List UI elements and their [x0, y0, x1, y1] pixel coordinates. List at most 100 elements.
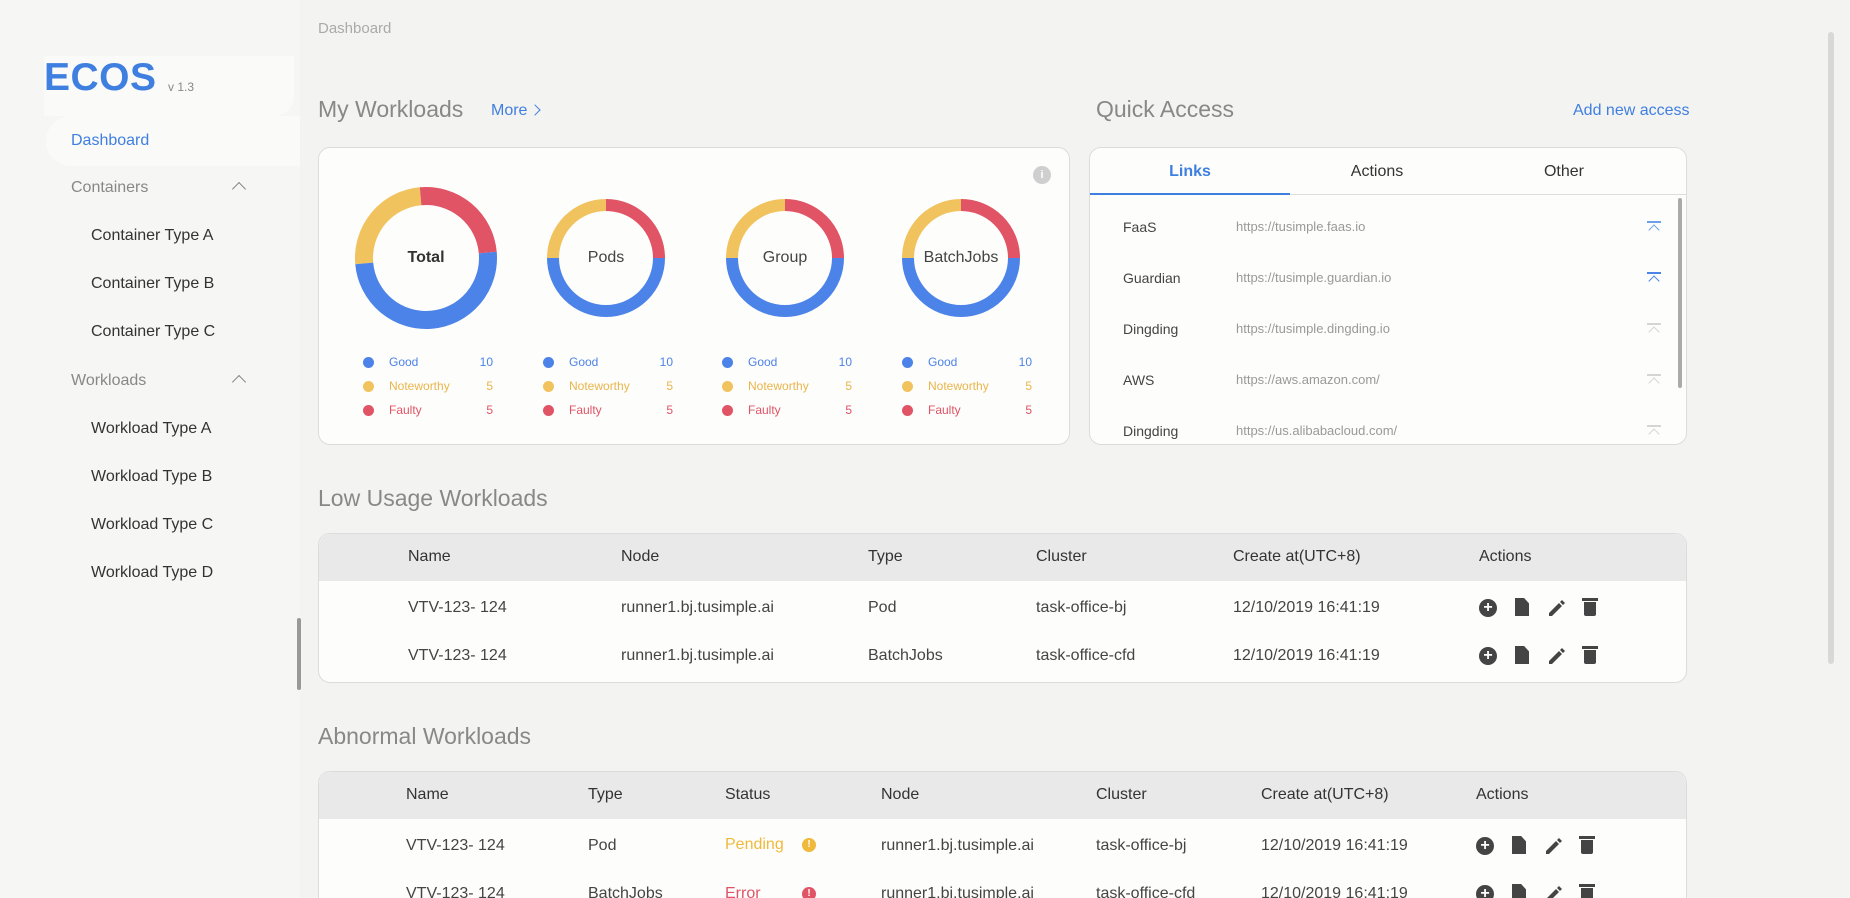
column-header: Name	[408, 548, 451, 565]
chevron-up-icon	[231, 181, 247, 197]
status-badge: Pending	[725, 836, 784, 853]
sidebar-item-workload-type-b[interactable]: Workload Type B	[46, 452, 300, 502]
link-url[interactable]: https://us.alibabacloud.com/	[1236, 423, 1397, 438]
pin-top-icon[interactable]	[1647, 374, 1661, 389]
cell-name: VTV-123- 124	[406, 837, 505, 854]
edit-icon[interactable]	[1544, 884, 1564, 898]
legend-name: Noteworthy	[928, 379, 989, 393]
cell-created: 12/10/2019 16:41:19	[1233, 647, 1380, 664]
cell-name: VTV-123- 124	[408, 599, 507, 616]
file-icon[interactable]	[1512, 884, 1526, 898]
pin-top-icon[interactable]	[1647, 323, 1661, 338]
sidebar-item-workload-type-a[interactable]: Workload Type A	[46, 404, 300, 454]
add-new-access-link[interactable]: Add new access	[1573, 102, 1690, 120]
legend-pods: Good 10 Noteworthy 5 Faulty 5	[543, 352, 673, 424]
sidebar-item-label: Workload Type C	[91, 516, 214, 533]
column-header: Actions	[1476, 786, 1529, 803]
logo: ECOS v 1.3	[44, 56, 294, 116]
legend-total: Good 10 Noteworthy 5 Faulty 5	[363, 352, 493, 424]
noteworthy-dot-icon	[722, 381, 733, 392]
sidebar-group-label: Containers	[71, 179, 149, 196]
link-url[interactable]: https://tusimple.faas.io	[1236, 219, 1365, 234]
file-icon[interactable]	[1515, 646, 1529, 664]
faulty-dot-icon	[363, 405, 374, 416]
legend-name: Faulty	[569, 403, 602, 417]
tab-links[interactable]: Links	[1090, 148, 1290, 195]
warning-icon[interactable]: !	[802, 838, 816, 852]
add-circle-icon[interactable]: +	[1476, 885, 1494, 898]
more-link[interactable]: More	[491, 102, 542, 120]
sidebar-item-container-type-b[interactable]: Container Type B	[46, 259, 300, 309]
sidebar-group-containers[interactable]: Containers	[46, 163, 300, 213]
edit-icon[interactable]	[1547, 646, 1567, 666]
sidebar-group-workloads[interactable]: Workloads	[46, 356, 300, 406]
legend-value: 10	[838, 355, 852, 369]
sidebar-item-workload-type-c[interactable]: Workload Type C	[46, 500, 300, 550]
legend-value: 10	[1018, 355, 1032, 369]
legend-row-good: Good 10	[543, 352, 673, 376]
sidebar-scrollbar[interactable]	[297, 618, 301, 690]
file-icon[interactable]	[1512, 836, 1526, 854]
info-icon[interactable]: i	[1033, 166, 1051, 184]
good-dot-icon	[363, 357, 374, 368]
good-dot-icon	[902, 357, 913, 368]
link-url[interactable]: https://aws.amazon.com/	[1236, 372, 1380, 387]
faulty-dot-icon	[722, 405, 733, 416]
legend-row-faulty: Faulty 5	[363, 400, 493, 424]
legend-name: Noteworthy	[569, 379, 630, 393]
link-name: FaaS	[1123, 219, 1157, 235]
legend-value: 5	[666, 379, 673, 393]
tab-other[interactable]: Other	[1464, 148, 1664, 195]
breadcrumb[interactable]: Dashboard	[318, 20, 391, 37]
cell-node: runner1.bj.tusimple.ai	[881, 837, 1034, 854]
link-url[interactable]: https://tusimple.guardian.io	[1236, 270, 1391, 285]
quick-access-row[interactable]: AWS https://aws.amazon.com/	[1090, 356, 1686, 406]
column-header: Status	[725, 786, 771, 803]
legend-name: Good	[928, 355, 958, 369]
column-header: Create at(UTC+8)	[1233, 548, 1361, 565]
add-circle-icon[interactable]: +	[1479, 599, 1497, 617]
quick-access-tabs: Links Actions Other	[1090, 148, 1686, 195]
pin-top-icon[interactable]	[1647, 425, 1661, 440]
quick-access-scrollbar[interactable]	[1678, 198, 1682, 388]
trash-icon[interactable]	[1579, 836, 1595, 854]
edit-icon[interactable]	[1547, 598, 1567, 618]
trash-icon[interactable]	[1582, 598, 1598, 616]
app-version: v 1.3	[168, 80, 195, 94]
column-header: Node	[881, 786, 920, 803]
noteworthy-dot-icon	[543, 381, 554, 392]
legend-name: Noteworthy	[389, 379, 450, 393]
trash-icon[interactable]	[1579, 884, 1595, 898]
sidebar-item-workload-type-d[interactable]: Workload Type D	[46, 548, 300, 598]
pin-top-icon[interactable]	[1647, 221, 1661, 236]
table-header: Name Node Type Cluster Create at(UTC+8) …	[319, 534, 1686, 581]
legend-name: Noteworthy	[748, 379, 809, 393]
cell-cluster: task-office-bj	[1096, 837, 1187, 854]
quick-access-row[interactable]: Dingding https://tusimple.dingding.io	[1090, 305, 1686, 355]
quick-access-row[interactable]: FaaS https://tusimple.faas.io	[1090, 203, 1686, 253]
add-circle-icon[interactable]: +	[1476, 837, 1494, 855]
column-header: Cluster	[1096, 786, 1147, 803]
pin-top-icon[interactable]	[1647, 272, 1661, 287]
link-url[interactable]: https://tusimple.dingding.io	[1236, 321, 1390, 336]
add-circle-icon[interactable]: +	[1479, 647, 1497, 665]
faulty-dot-icon	[543, 405, 554, 416]
legend-value: 5	[845, 379, 852, 393]
error-icon[interactable]: !	[802, 887, 816, 898]
page-scrollbar[interactable]	[1828, 32, 1834, 664]
sidebar-item-container-type-a[interactable]: Container Type A	[46, 211, 300, 261]
column-header: Type	[588, 786, 623, 803]
legend-name: Good	[389, 355, 419, 369]
cell-type: Pod	[588, 837, 617, 854]
cell-node: runner1.bj.tusimple.ai	[621, 647, 774, 664]
file-icon[interactable]	[1515, 598, 1529, 616]
quick-access-row[interactable]: Guardian https://tusimple.guardian.io	[1090, 254, 1686, 304]
sidebar-item-container-type-c[interactable]: Container Type C	[46, 307, 300, 357]
legend-group: Good 10 Noteworthy 5 Faulty 5	[722, 352, 852, 424]
edit-icon[interactable]	[1544, 836, 1564, 856]
quick-access-row[interactable]: Dingding https://us.alibabacloud.com/	[1090, 407, 1686, 444]
table-header: Name Type Status Node Cluster Create at(…	[319, 772, 1686, 819]
sidebar-item-dashboard[interactable]: Dashboard	[46, 116, 300, 166]
tab-actions[interactable]: Actions	[1277, 148, 1477, 195]
trash-icon[interactable]	[1582, 646, 1598, 664]
